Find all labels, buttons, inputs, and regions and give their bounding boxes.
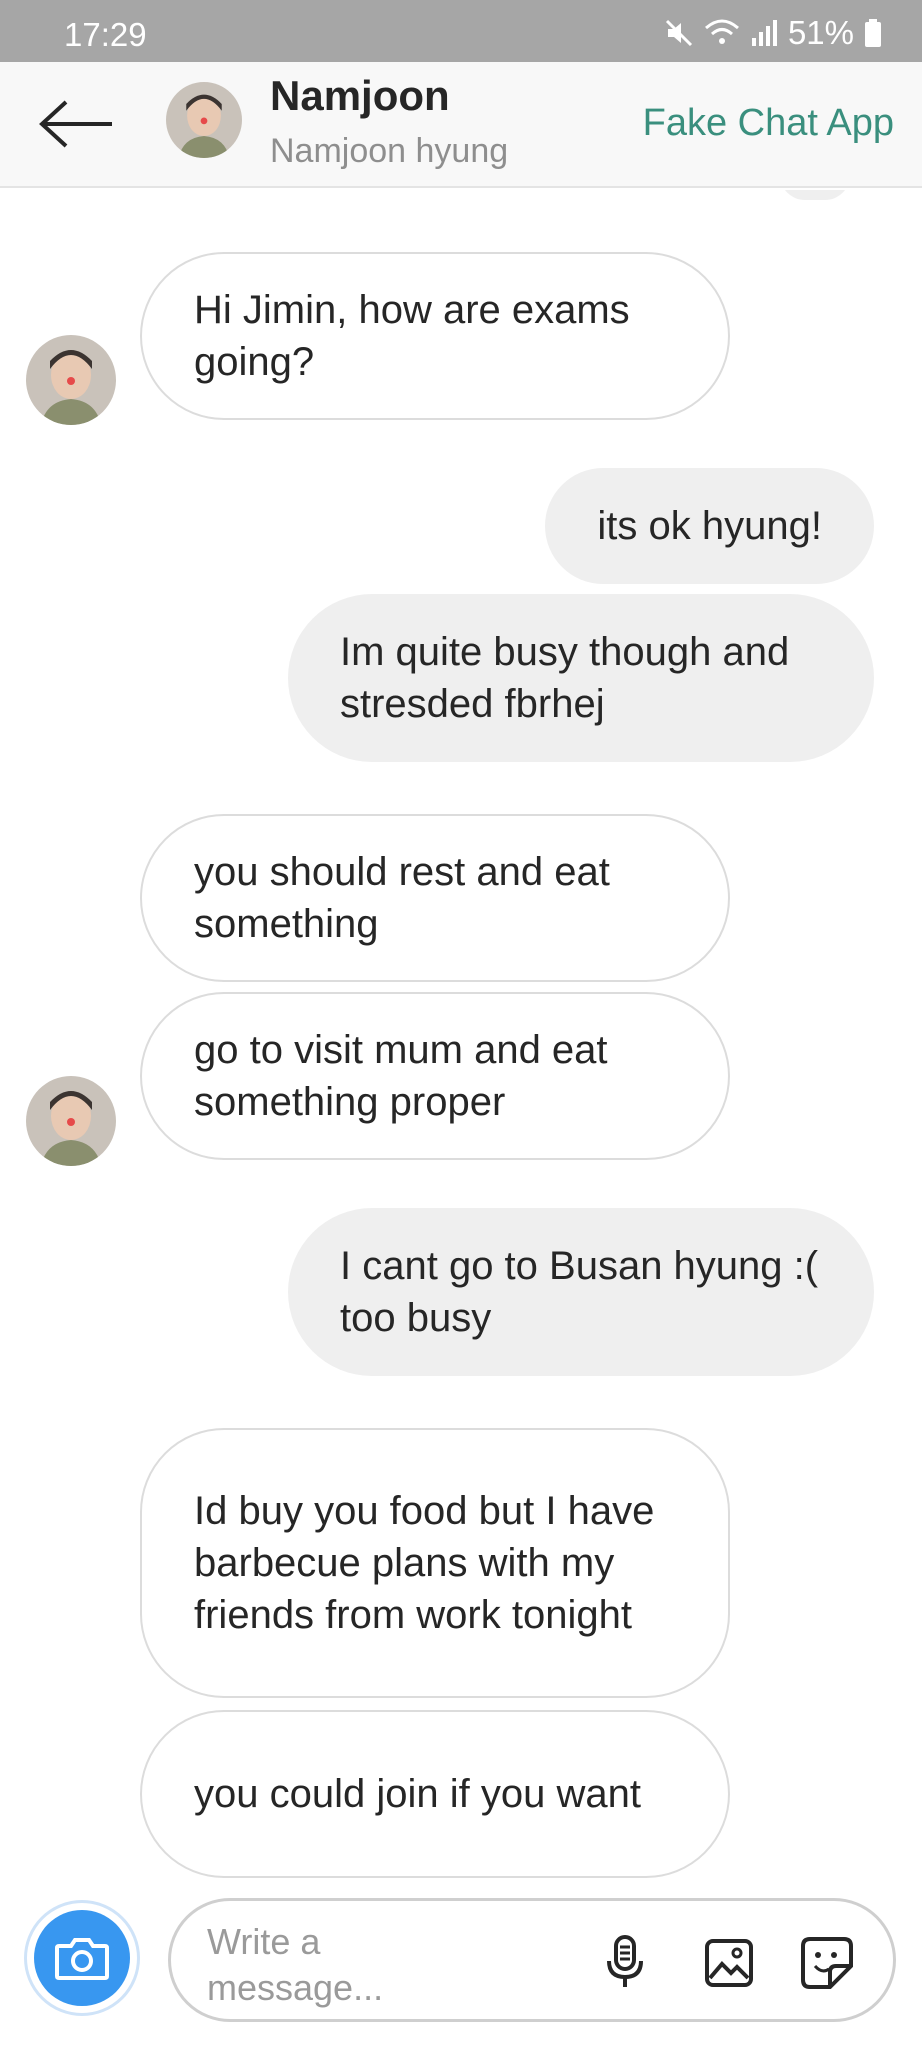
message-input[interactable]: Write a message... [168,1898,896,2022]
contact-subtitle: Namjoon hyung [270,132,509,170]
message-bubble-incoming[interactable]: go to visit mum and eat something proper [140,992,730,1160]
message-input-placeholder: Write a message... [207,1921,384,2008]
battery-level: 51% [787,14,854,51]
message-text: go to visit mum and eat something proper [194,1028,608,1124]
app-label[interactable]: Fake Chat App [643,102,894,145]
microphone-icon[interactable] [595,1933,655,1993]
message-text: Hi Jimin, how are exams going? [194,288,630,384]
message-bubble-incoming[interactable]: Id buy you food but I have barbecue plan… [140,1428,730,1698]
wifi-icon [704,18,740,48]
avatar[interactable] [166,82,242,158]
back-button[interactable] [38,98,114,150]
message-composer: Write a message... [0,1880,922,2048]
back-arrow-icon [39,100,112,148]
battery-icon [864,18,882,48]
signal-icon [750,18,778,48]
message-bubble-outgoing[interactable]: Im quite busy though and stresded fbrhej [288,594,874,762]
status-time: 17:29 [64,16,147,53]
contact-name: Namjoon [270,72,450,119]
message-bubble-outgoing[interactable]: I cant go to Busan hyung :( too busy [288,1208,874,1376]
status-bar: 17:29 51% [0,0,922,62]
message-bubble-outgoing[interactable]: its ok hyung! [545,468,874,584]
partial-message-bubble [780,190,850,200]
message-text: Im quite busy though and stresded fbrhej [340,630,790,726]
camera-button[interactable] [24,1900,140,2016]
avatar[interactable] [26,1076,116,1166]
image-icon[interactable] [699,1933,759,1993]
avatar[interactable] [26,335,116,425]
message-text: Id buy you food but I have barbecue plan… [194,1489,655,1637]
camera-icon [34,1910,130,2006]
sticker-icon[interactable] [797,1933,857,1993]
message-bubble-incoming[interactable]: you could join if you want [140,1710,730,1878]
mute-icon [664,18,694,48]
message-bubble-incoming[interactable]: Hi Jimin, how are exams going? [140,252,730,420]
message-text: you could join if you want [194,1772,641,1816]
message-text: I cant go to Busan hyung :( too busy [340,1244,819,1340]
message-text: you should rest and eat something [194,850,610,946]
chat-header: Namjoon Namjoon hyung Fake Chat App [0,62,922,188]
status-icons: 51% [664,14,882,52]
message-list[interactable]: Hi Jimin, how are exams going? its ok hy… [0,190,922,1880]
message-text: its ok hyung! [597,504,822,548]
message-bubble-incoming[interactable]: you should rest and eat something [140,814,730,982]
